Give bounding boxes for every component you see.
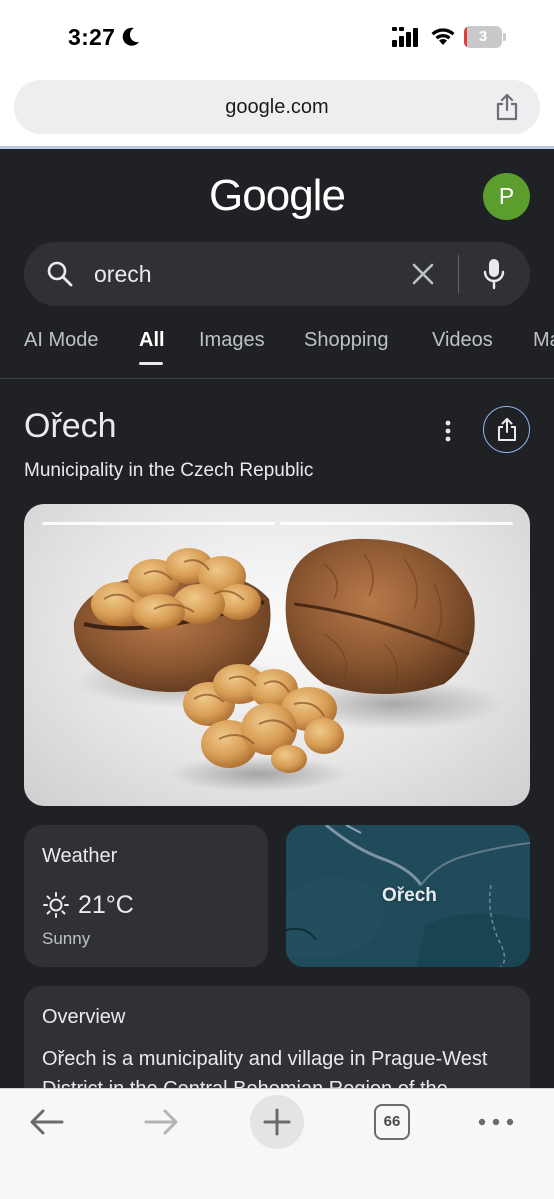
tab-images[interactable]: Images: [199, 329, 265, 352]
status-bar: 3:27 3: [0, 0, 554, 74]
cellular-signal-icon: [392, 27, 418, 47]
address-bar[interactable]: google.com: [14, 80, 540, 134]
back-arrow-icon[interactable]: [28, 1107, 66, 1137]
tab-videos[interactable]: Videos: [432, 329, 493, 352]
overview-card[interactable]: Overview Ořech is a municipality and vil…: [24, 986, 530, 1088]
walnut-photo: [73, 538, 504, 792]
weather-title: Weather: [42, 845, 118, 867]
browser-toolbar: 66: [0, 1088, 554, 1199]
wifi-icon: [431, 28, 455, 45]
search-icon: [47, 261, 73, 287]
tab-ai-mode[interactable]: AI Mode: [24, 329, 98, 352]
tab-shopping[interactable]: Shopping: [304, 329, 389, 352]
tab-more[interactable]: Ma: [533, 329, 554, 352]
moon-icon: [122, 27, 139, 46]
knowledge-panel-share-button[interactable]: [483, 406, 530, 453]
weather-condition: Sunny: [42, 929, 91, 948]
battery-indicator: 3: [464, 26, 506, 48]
knowledge-panel-subtitle: Municipality in the Czech Republic: [24, 460, 314, 481]
google-results-page: Google P orech AI Mode All Images Shoppi…: [0, 149, 554, 1088]
google-logo[interactable]: Google: [0, 171, 554, 221]
carousel-indicator-2: [280, 522, 513, 525]
walnut-image-carousel[interactable]: [24, 504, 530, 806]
tab-all[interactable]: All: [139, 329, 165, 352]
map-place-label: Ořech: [382, 885, 437, 906]
knowledge-panel-title: Ořech: [24, 407, 117, 445]
search-input[interactable]: orech: [94, 242, 152, 306]
url-text[interactable]: google.com: [14, 80, 540, 134]
new-tab-button[interactable]: [250, 1095, 304, 1149]
weather-card[interactable]: Weather 21°C Sunny: [24, 825, 268, 967]
overview-title: Overview: [42, 1006, 126, 1028]
carousel-indicator-1: [42, 522, 275, 525]
active-tab-indicator: [139, 362, 163, 365]
overview-text: Ořech is a municipality and village in P…: [42, 1048, 488, 1088]
sun-icon: [43, 892, 69, 918]
more-horiz-icon[interactable]: [478, 1118, 514, 1126]
search-box[interactable]: orech: [24, 242, 530, 306]
map-card[interactable]: Ořech: [286, 825, 530, 967]
weather-temperature: 21°C: [78, 891, 134, 919]
tab-switcher-button[interactable]: 66: [374, 1104, 410, 1140]
battery-level: 3: [478, 28, 488, 45]
forward-arrow-icon[interactable]: [142, 1107, 180, 1137]
search-divider: [458, 255, 459, 293]
status-time: 3:27: [68, 24, 116, 50]
microphone-icon[interactable]: [482, 258, 506, 290]
more-vert-icon[interactable]: [440, 419, 456, 443]
tabs-divider: [0, 378, 554, 379]
clear-icon[interactable]: [410, 261, 436, 287]
share-icon[interactable]: [494, 93, 520, 121]
plus-icon: [263, 1108, 291, 1136]
share-icon: [498, 418, 516, 441]
account-avatar[interactable]: P: [483, 173, 530, 220]
